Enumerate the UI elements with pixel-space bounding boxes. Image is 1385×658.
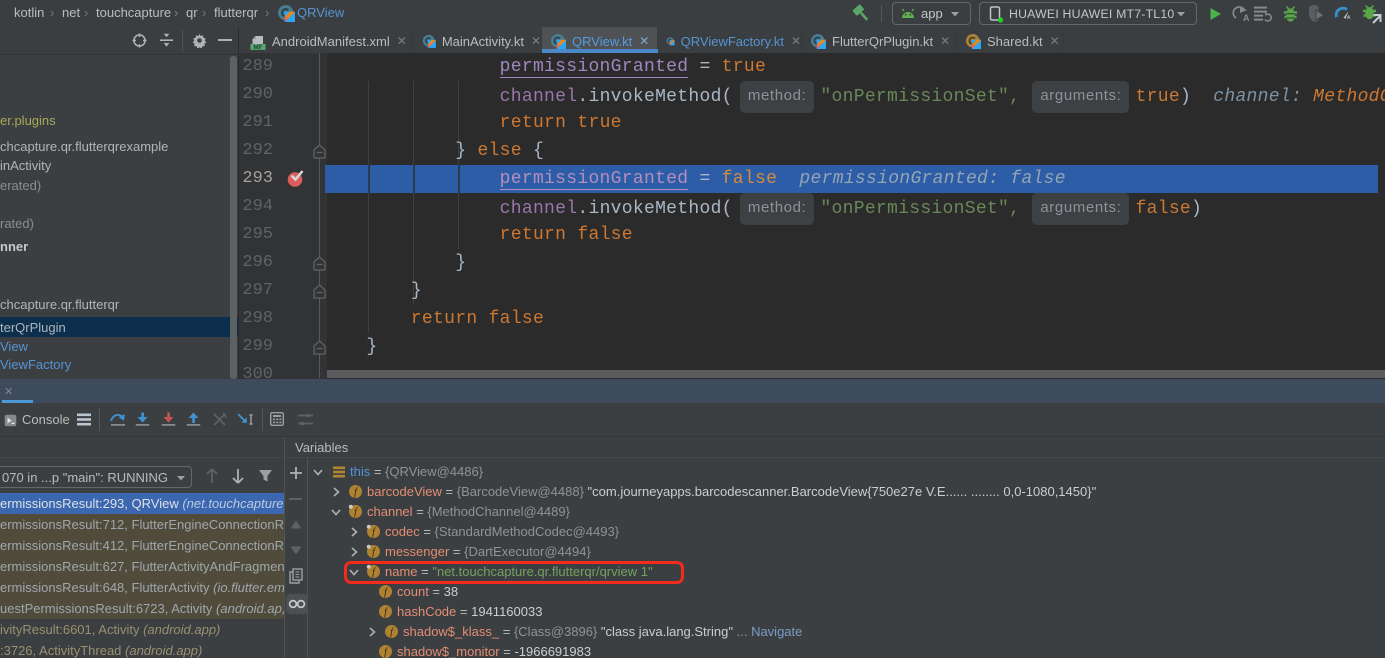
svg-text:A: A [1243, 13, 1249, 22]
svg-text:MF: MF [253, 44, 262, 50]
